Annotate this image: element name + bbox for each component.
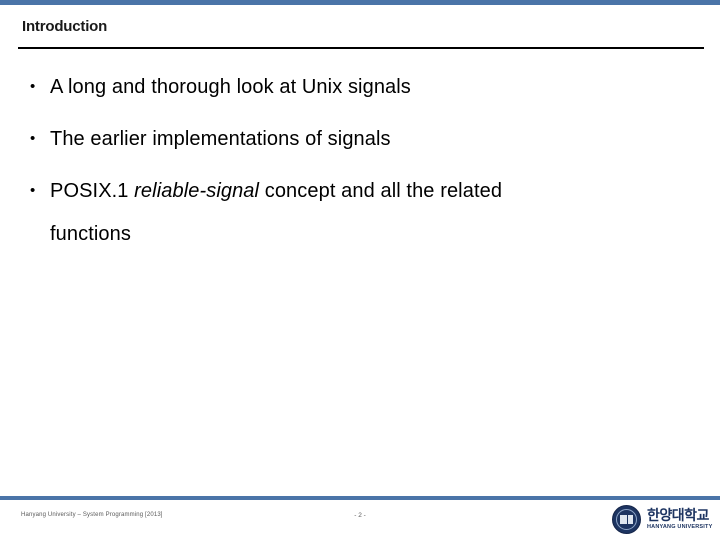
list-item-text-after: concept and all the related (259, 180, 503, 202)
logo-korean-text: 한양대학교 (647, 507, 709, 523)
list-item-label: POSIX.1 reliable-signal concept and all … (50, 176, 690, 249)
bullet-icon: • (30, 78, 36, 95)
list-item-text-before: POSIX.1 (50, 180, 135, 202)
bullet-icon: • (30, 130, 36, 147)
list-item-label: A long and thorough look at Unix signals (50, 76, 411, 98)
title-divider (18, 47, 704, 49)
list-item: • A long and thorough look at Unix signa… (26, 72, 690, 102)
university-logo: 한양대학교 HANYANG UNIVERSITY (612, 503, 716, 536)
logo-wordmark: 한양대학교 HANYANG UNIVERSITY (647, 508, 712, 531)
page-title: Introduction (22, 18, 108, 35)
bullet-icon: • (30, 182, 36, 199)
logo-english-text: HANYANG UNIVERSITY (647, 524, 713, 530)
slide: Introduction • A long and thorough look … (0, 0, 720, 540)
list-item: • POSIX.1 reliable-signal concept and al… (26, 176, 690, 249)
list-item: • The earlier implementations of signals (26, 124, 690, 154)
bullet-list: • A long and thorough look at Unix signa… (26, 72, 690, 271)
top-accent-bar (0, 0, 720, 5)
hanyang-seal-icon (612, 505, 641, 534)
seal-inner-shape (619, 514, 634, 525)
list-item-continuation: functions (50, 223, 131, 245)
list-item-emphasis: reliable-signal (134, 180, 260, 202)
footer-divider (0, 496, 720, 500)
list-item-label: The earlier implementations of signals (50, 128, 391, 150)
